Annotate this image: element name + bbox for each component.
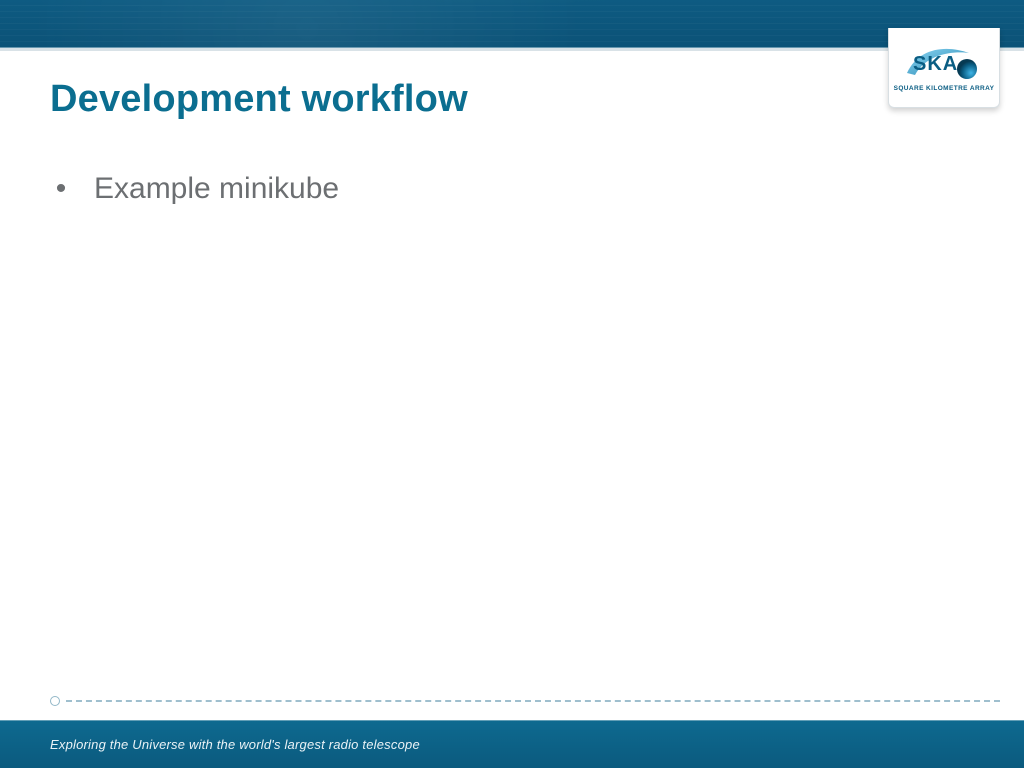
- footer-band: Exploring the Universe with the world's …: [0, 720, 1024, 768]
- footer-tagline: Exploring the Universe with the world's …: [50, 737, 420, 752]
- header-band: [0, 0, 1024, 48]
- header-accent-line: [0, 48, 1024, 51]
- slide-title: Development workflow: [50, 78, 468, 121]
- svg-text:SKA: SKA: [913, 53, 958, 75]
- logo: SKA SQUARE KILOMETRE ARRAY: [894, 43, 995, 92]
- ska-logo-icon: SKA: [905, 43, 983, 83]
- separator-ring-icon: [50, 696, 60, 706]
- separator-dashes: [66, 700, 1000, 702]
- logo-tab: SKA SQUARE KILOMETRE ARRAY: [888, 28, 1000, 108]
- bullet-text: Example minikube: [94, 170, 339, 208]
- bullet-item: • Example minikube: [50, 170, 950, 208]
- logo-subtext: SQUARE KILOMETRE ARRAY: [894, 85, 995, 92]
- slide-body: • Example minikube: [50, 170, 950, 208]
- bullet-marker-icon: •: [50, 170, 72, 208]
- footer-separator: [50, 696, 1000, 706]
